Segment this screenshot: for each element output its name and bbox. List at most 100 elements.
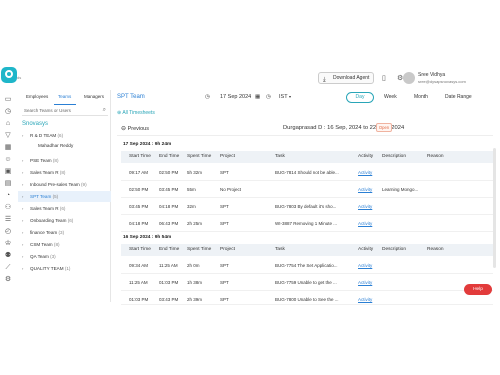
- all-timesheets-link[interactable]: ⊕ All Timesheets: [117, 110, 155, 116]
- help-button[interactable]: Help: [464, 284, 492, 295]
- view-week-toggle[interactable]: Week: [384, 94, 397, 100]
- clock-icon[interactable]: ◷: [4, 108, 12, 116]
- column-header: Task: [275, 154, 285, 159]
- chevron-right-icon[interactable]: ›: [22, 130, 23, 141]
- timezone-select[interactable]: IST: [279, 94, 288, 100]
- project: SPT: [220, 263, 229, 268]
- table-row[interactable]: 11:25 AM 01:03 PM 1h 38m SPT BUG-7759 Un…: [121, 274, 493, 291]
- chevron-right-icon[interactable]: ›: [22, 263, 23, 274]
- download-agent-button[interactable]: ⤓ Download Agent: [318, 72, 374, 84]
- view-day-toggle[interactable]: Day: [346, 92, 374, 103]
- chevron-right-icon[interactable]: ›: [22, 227, 23, 238]
- status-badge: Open: [376, 123, 392, 132]
- activity-link[interactable]: Activity: [358, 187, 372, 192]
- settings-icon[interactable]: ⚙: [4, 276, 12, 284]
- date-field[interactable]: 17 Sep 2024: [220, 94, 251, 100]
- scrollbar[interactable]: [493, 148, 496, 268]
- table-row[interactable]: 09:17 AM 02:50 PM 5h 32m SPT BUG-7814 Sh…: [121, 164, 493, 181]
- activity-link[interactable]: Activity: [358, 263, 372, 268]
- prev-date-icon[interactable]: ◷: [205, 94, 210, 100]
- column-header: Reason: [427, 247, 444, 252]
- user-icon[interactable]: ☺: [4, 156, 12, 164]
- search-icon[interactable]: ⌕: [103, 106, 106, 115]
- alarm-icon[interactable]: ◴: [4, 228, 12, 236]
- task: BUG-7814 Should not be able...: [275, 170, 339, 175]
- start-time: 03:45 PM: [129, 204, 149, 209]
- table-row[interactable]: 01:03 PM 03:43 PM 2h 39m SPT BUG-7800 Un…: [121, 291, 493, 305]
- activity-link[interactable]: Activity: [358, 280, 372, 285]
- team-member-item[interactable]: Mahadhar Reddy: [38, 143, 73, 148]
- tab-teams[interactable]: Teams: [58, 94, 71, 99]
- page-title: SPT Team: [117, 94, 145, 100]
- help-label: Help: [473, 287, 483, 292]
- report-icon[interactable]: ☰: [4, 216, 12, 224]
- team-search-input[interactable]: Search Teams or Users ⌕: [22, 106, 108, 116]
- start-time: 02:50 PM: [129, 187, 149, 192]
- tag-icon[interactable]: ⌂: [4, 120, 12, 128]
- chevron-right-icon[interactable]: ›: [22, 215, 23, 226]
- team-item[interactable]: › PSE Team (8): [18, 155, 111, 166]
- table-row[interactable]: 04:18 PM 06:43 PM 2h 25m SPT WI-3887 Rem…: [121, 215, 493, 232]
- user-name: Sree Vidhya: [418, 72, 446, 78]
- team-count: (3): [50, 254, 56, 259]
- team-count: (1): [64, 266, 71, 271]
- calendar-icon[interactable]: ▣: [4, 168, 12, 176]
- calendar-icon[interactable]: ▦: [255, 94, 260, 100]
- activity-link[interactable]: Activity: [358, 204, 372, 209]
- date-group-label: 16 Sep 2024 : 9h 54m: [123, 235, 172, 240]
- project: No Project: [220, 187, 242, 192]
- chart-icon[interactable]: ▦: [4, 144, 12, 152]
- dashboard-icon[interactable]: ▭: [4, 96, 12, 104]
- team-item[interactable]: › Sales Team R (6): [18, 203, 111, 214]
- team-count: (6): [59, 206, 66, 211]
- trophy-icon[interactable]: ♔: [4, 240, 12, 248]
- team-item[interactable]: › QA Team (3): [18, 251, 111, 262]
- pin-icon[interactable]: ▽: [4, 132, 12, 140]
- table-row[interactable]: 09:34 AM 11:25 AM 2h 0m SPT BUG-7754 The…: [121, 257, 493, 274]
- chevron-right-icon[interactable]: ›: [22, 167, 23, 178]
- team-panel: Employees Teams Managers Search Teams or…: [18, 90, 111, 302]
- team-label: QA Team: [30, 254, 49, 259]
- timesheet-icon[interactable]: ◔: [4, 192, 12, 200]
- analytics-icon[interactable]: ⟋: [4, 264, 12, 272]
- team-icon[interactable]: ⚇: [4, 204, 12, 212]
- team-count: (5): [52, 194, 59, 199]
- activity-link[interactable]: Activity: [358, 170, 372, 175]
- team-item[interactable]: › R & D TEAM (6): [18, 130, 111, 141]
- briefcase-icon[interactable]: ▤: [4, 180, 12, 188]
- activity-link[interactable]: Activity: [358, 297, 372, 302]
- end-time: 01:03 PM: [159, 280, 179, 285]
- team-item-selected[interactable]: › SPT Team (5): [18, 191, 111, 202]
- team-item[interactable]: › QUALITY TEAM (1): [18, 263, 111, 274]
- start-time: 09:34 AM: [129, 263, 149, 268]
- team-item[interactable]: › Sales Team R (8): [18, 167, 111, 178]
- team-label: Onboarding Team: [30, 218, 67, 223]
- chevron-right-icon[interactable]: ›: [22, 239, 23, 250]
- table-row[interactable]: 03:45 PM 04:18 PM 32m SPT BUG-7803 By de…: [121, 198, 493, 215]
- document-icon[interactable]: ▯: [382, 74, 386, 82]
- team-item[interactable]: › CSM Team (8): [18, 239, 111, 250]
- team-label: R & D TEAM: [30, 133, 57, 138]
- tab-managers[interactable]: Managers: [84, 94, 104, 99]
- view-date-range-toggle[interactable]: Date Range: [445, 94, 472, 100]
- team-item[interactable]: › finance Team (3): [18, 227, 111, 238]
- project: SPT: [220, 170, 229, 175]
- next-date-icon[interactable]: ◷: [266, 94, 271, 100]
- chevron-right-icon[interactable]: ›: [22, 191, 23, 202]
- previous-label: Previous: [127, 126, 149, 132]
- team-item[interactable]: › Inbound Pre-sales Team (9): [18, 179, 111, 190]
- activity-link[interactable]: Activity: [358, 221, 372, 226]
- avatar[interactable]: [403, 72, 415, 84]
- view-month-toggle[interactable]: Month: [414, 94, 428, 100]
- people-icon[interactable]: ⚉: [4, 252, 12, 260]
- table-row[interactable]: 02:50 PM 03:45 PM 55m No Project Activit…: [121, 181, 493, 198]
- chevron-right-icon[interactable]: ›: [22, 203, 23, 214]
- chevron-right-icon[interactable]: ›: [22, 251, 23, 262]
- column-header: Activity: [358, 154, 374, 159]
- chevron-right-icon[interactable]: ›: [22, 179, 23, 190]
- chevron-right-icon[interactable]: ›: [22, 155, 23, 166]
- previous-button[interactable]: ⊖ Previous: [121, 125, 149, 132]
- tab-employees[interactable]: Employees: [26, 94, 48, 99]
- chevron-down-icon[interactable]: ▾: [289, 94, 291, 99]
- team-item[interactable]: › Onboarding Team (6): [18, 215, 111, 226]
